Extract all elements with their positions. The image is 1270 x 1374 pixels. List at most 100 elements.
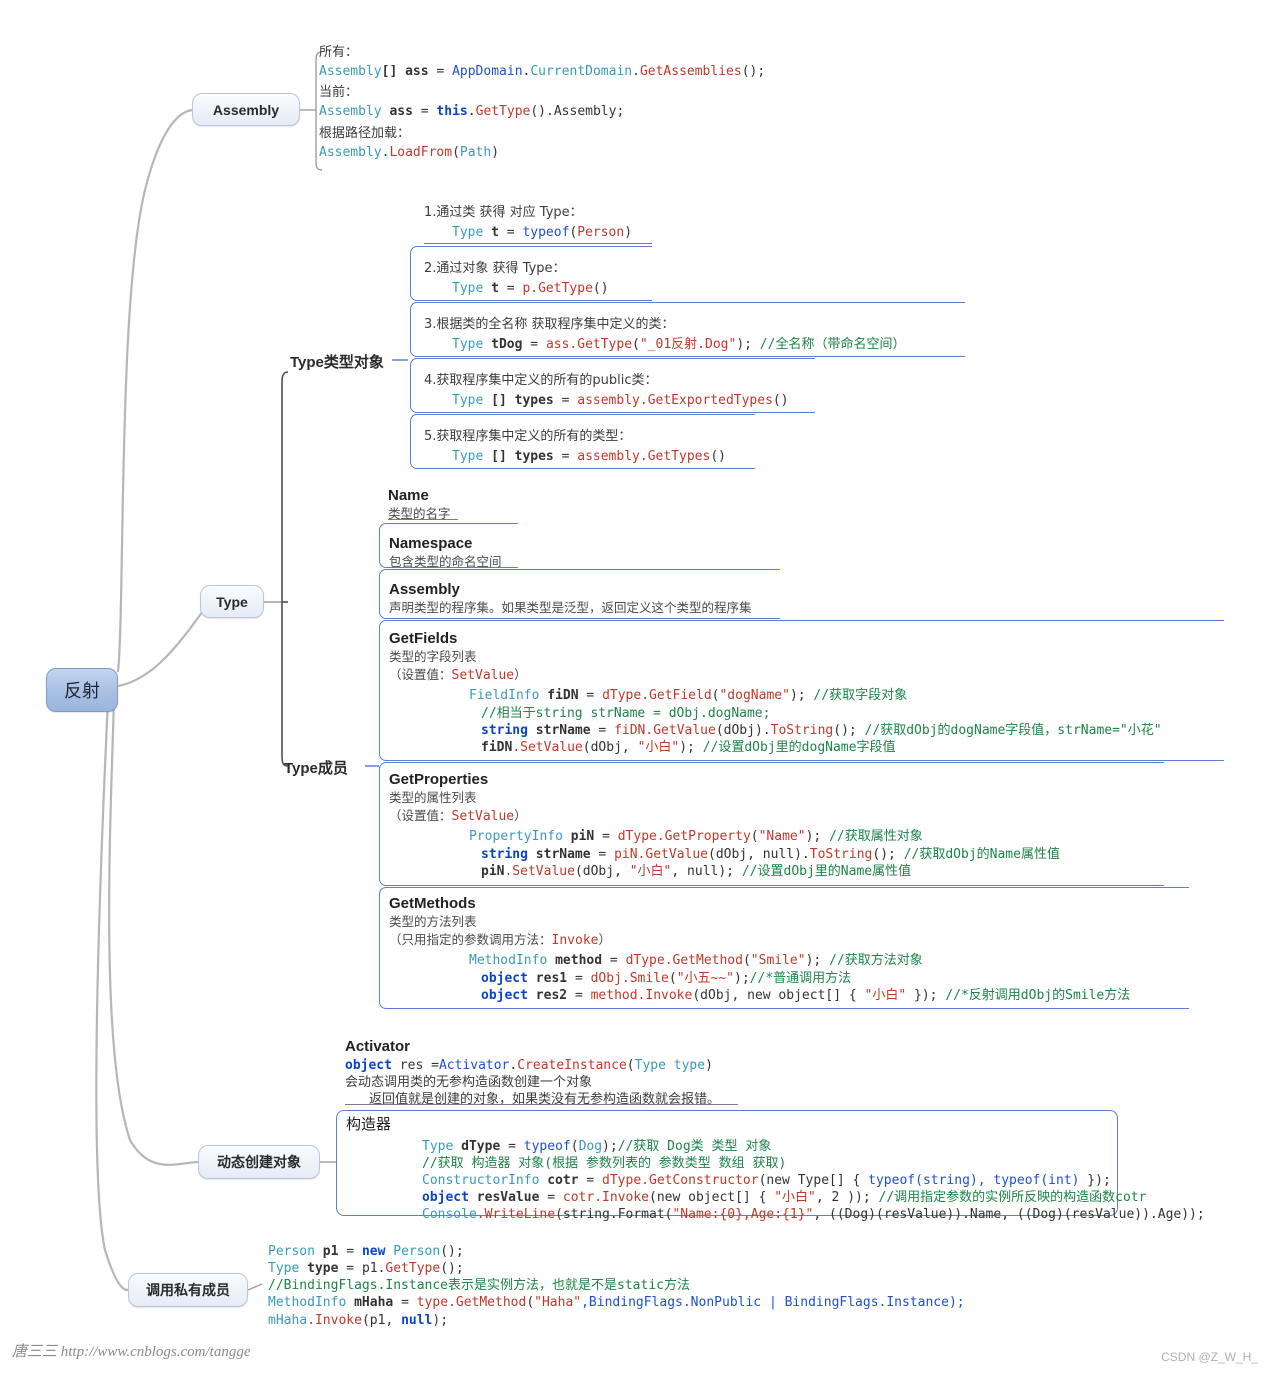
constructor-code-3: ConstructorInfo cotr = dType.GetConstruc… [346,1172,1205,1189]
tok: = [401,1295,417,1311]
tok: //获取 Dog类 类型 对象 [617,1138,772,1154]
constructor-title: 构造器 [346,1115,392,1133]
watermark-url: http://www.cnblogs.com/tangge [60,1344,251,1360]
tok: = [574,970,591,986]
tok: strName [527,722,599,738]
tok: CurrentDomain [530,64,633,80]
tok: = [508,1138,524,1154]
tok: = [602,829,618,845]
tok: GetType [475,104,531,120]
tok: ( [772,393,781,409]
tok: res1 [527,970,575,986]
tok: Assembly [319,104,382,120]
tok: .SetValue [504,863,575,879]
tok: (); [833,722,865,738]
tok: dType.GetProperty [617,829,751,845]
tok: (); [440,1244,464,1259]
type-object-item-5: 5.获取程序集中定义的所有的类型： Type [] types = assemb… [424,428,726,465]
tok: = [609,953,626,969]
tok: ( [626,1057,635,1073]
tok: Type [634,1057,666,1073]
activator-desc-2: 返回值就是创建的对象，如果类没有无参构造函数就会报错。 [369,1092,721,1108]
tok: ) [624,225,633,241]
tok: (dObj, [574,863,630,879]
assembly-line-loadfrom: 根据路径加载： [319,125,411,141]
tok: Person [577,225,625,241]
node-type[interactable]: Type [200,585,264,618]
member-assembly: Assembly 声明类型的程序集。如果类型是泛型，返回定义这个类型的程序集 [389,580,752,616]
tok: (string.Format( [555,1207,673,1223]
tok: SetValue [451,668,515,684]
tok: "小白" [774,1190,816,1206]
member-getproperties: GetProperties 类型的属性列表 （设置值：SetValue） Pro… [389,770,1060,880]
tok: .Invoke [307,1312,362,1328]
member-getproperties-note: （设置值：SetValue） [389,808,1060,825]
member-name-desc: 类型的名字 [388,505,451,521]
tok: //BindingFlags.Instance表示是实例方法，也就是不是stat… [268,1278,690,1294]
tok: "Haha" [534,1295,582,1311]
tok: , 2 )); [815,1190,879,1206]
tok: "小白" [864,987,907,1003]
tok: ,BindingFlags.NonPublic | BindingFlags.I… [581,1295,965,1311]
private-member-code-2: Type type = p1.GetType(); [268,1260,965,1277]
member-getproperties-code-2: string strName = piN.GetValue(dObj, null… [389,846,1060,863]
node-dynamic-create[interactable]: 动态创建对象 [198,1145,320,1179]
tok: //获取字段对象 [813,688,908,704]
tok: = [586,688,603,704]
tok: = [428,64,453,80]
activator-code: object res =Activator.CreateInstance(Typ… [345,1057,720,1074]
tok: （设置值： [389,667,452,683]
tok: Type [452,393,484,409]
tok: string [481,846,528,862]
tok: (dObj). [715,722,771,738]
tok: //*普通调用方法 [749,970,852,986]
mindmap-canvas: 反射 Assembly 所有： Assembly[] ass = AppDoma… [0,0,1270,1374]
tok: (); [440,1261,464,1277]
tok: Type [452,281,484,297]
root-node[interactable]: 反射 [46,668,118,712]
node-private-member-label: 调用私有成员 [146,1282,230,1298]
member-getproperties-code-1: PropertyInfo piN = dType.GetProperty("Na… [389,828,1060,845]
member-name: Name 类型的名字 [388,486,451,522]
tok: (new object[] { [649,1190,775,1206]
watermark-right: CSDN @Z_W_H_ [1161,1350,1258,1364]
tok: ); [736,337,752,353]
tok: ); [734,970,750,986]
tok: null [401,1312,433,1328]
tok: //获取属性对象 [829,829,923,845]
tok: "Name" [758,829,806,845]
type-object-item-2-title: 2.通过对象 获得 Type： [424,261,566,276]
tok: Assembly [319,64,382,80]
tok: t [483,281,507,297]
member-namespace-title: Namespace [389,535,473,552]
tok: "小白" [637,739,680,755]
tok: ( [632,337,640,353]
private-member-block: Person p1 = new Person(); Type type = p1… [268,1243,965,1329]
branch-label-type-object[interactable]: Type类型对象 [290,351,384,372]
tok: //设置dObj里的dogName字段值 [702,739,896,755]
member-getfields-code-2: //相当于string strName = dObj.dogName; [389,705,1162,722]
tok: Person [268,1244,315,1259]
tok: AppDomain [452,64,523,80]
tok: dType.GetMethod [625,953,743,969]
tok: ( [526,1295,535,1311]
tok: "Name:{0},Age:{1}" [672,1207,814,1223]
tok: assembly.GetExportedTypes [577,393,773,409]
tok: ass [381,104,413,120]
tok: fiDN.GetValue [614,722,716,738]
tok: dType.GetField [602,688,712,704]
tok: piN.GetValue [614,846,708,862]
member-getfields-desc: 类型的字段列表 [389,648,477,664]
branch-label-type-members[interactable]: Type成员 [284,757,348,778]
tok: Type [452,449,484,465]
node-private-member[interactable]: 调用私有成员 [128,1273,248,1307]
tok: ( [452,144,460,160]
root-node-label: 反射 [64,681,100,701]
private-member-code-4: MethodInfo mHaha = type.GetMethod("Haha"… [268,1294,965,1311]
tok: string [481,722,528,738]
node-assembly[interactable]: Assembly [192,93,300,126]
tok: GetType [385,1261,441,1277]
member-assembly-title: Assembly [389,581,460,598]
member-getproperties-desc: 类型的属性列表 [389,789,477,805]
tok: //相当于string strName = dObj.dogName; [481,705,771,721]
